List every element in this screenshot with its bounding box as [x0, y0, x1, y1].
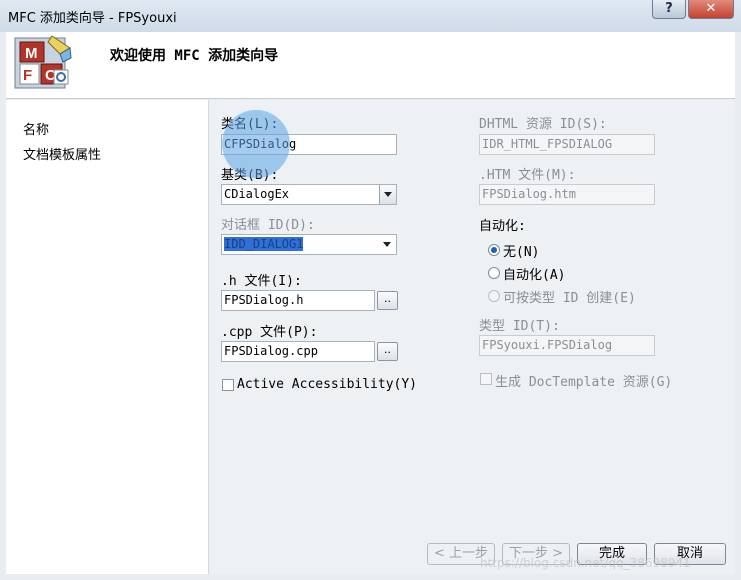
htm-file-input[interactable]: FPSDialog.htm — [479, 184, 655, 205]
add-class-wizard-window: MFC 添加类向导 - FPSyouxi ? ✕ M F C 欢迎使用 MFC … — [0, 0, 741, 580]
cpp-file-browse-button[interactable]: .. — [377, 342, 398, 361]
automation-createable-radio[interactable] — [488, 290, 500, 302]
mfc-logo-icon: M F C — [14, 35, 72, 89]
help-button[interactable]: ? — [652, 0, 686, 19]
cpp-file-input[interactable]: FPSDialog.cpp — [221, 341, 375, 362]
settings-panel: 类名(L): CFPSDialog 基类(B): CDialogEx 对话框 I… — [208, 100, 735, 574]
wizard-heading: 欢迎使用 MFC 添加类向导 — [110, 48, 279, 64]
dialog-id-dropdown-arrow[interactable] — [379, 235, 396, 254]
base-class-value: CDialogEx — [224, 187, 290, 201]
nav-item-doc-template[interactable]: 文档模板属性 — [23, 144, 101, 163]
type-id-input[interactable]: FPSyouxi.FPSDialog — [479, 335, 655, 356]
accessibility-label: Active Accessibility(Y) — [237, 377, 418, 392]
automation-none-label: 无(N) — [503, 245, 540, 260]
h-file-browse-button[interactable]: .. — [377, 291, 398, 310]
dialog-id-value: IDD_DIALOG1 — [224, 237, 304, 251]
h-file-label: .h 文件(I): — [221, 274, 302, 289]
title-bar: MFC 添加类向导 - FPSyouxi ? ✕ — [0, 0, 741, 32]
wizard-nav: 名称 文档模板属性 — [6, 100, 208, 574]
base-class-combo[interactable]: CDialogEx — [221, 184, 397, 205]
accessibility-checkbox[interactable] — [222, 379, 234, 391]
logo-letter-m: M — [25, 45, 38, 62]
watermark-text: https://blog.csdn.net/qq_38698941 — [480, 556, 691, 570]
dialog-id-combo[interactable]: IDD_DIALOG1 — [221, 234, 397, 255]
close-button[interactable]: ✕ — [688, 0, 734, 19]
type-id-label: 类型 ID(T): — [479, 319, 560, 334]
nav-item-name[interactable]: 名称 — [23, 119, 49, 138]
automation-createable-label: 可按类型 ID 创建(E) — [503, 291, 636, 306]
window-title: MFC 添加类向导 - FPSyouxi — [8, 11, 177, 26]
h-file-input[interactable]: FPSDialog.h — [221, 290, 375, 311]
automation-auto-label: 自动化(A) — [503, 268, 566, 283]
chevron-down-icon — [384, 192, 392, 197]
automation-auto-radio[interactable] — [488, 267, 500, 279]
dhtml-id-input[interactable]: IDR_HTML_FPSDIALOG — [479, 134, 655, 155]
dialog-id-label: 对话框 ID(D): — [221, 218, 315, 233]
doctemplate-checkbox[interactable] — [480, 373, 492, 385]
doctemplate-label: 生成 DocTemplate 资源(G) — [495, 375, 673, 390]
wizard-header: M F C 欢迎使用 MFC 添加类向导 — [6, 32, 735, 99]
class-name-label: 类名(L): — [221, 117, 279, 132]
class-name-input[interactable]: CFPSDialog — [221, 134, 397, 155]
wizard-body: 名称 文档模板属性 类名(L): CFPSDialog 基类(B): CDial… — [6, 100, 735, 574]
base-class-dropdown-arrow[interactable] — [379, 185, 396, 204]
htm-file-label: .HTM 文件(M): — [479, 168, 576, 183]
cpp-file-label: .cpp 文件(P): — [221, 325, 318, 340]
automation-none-radio[interactable] — [488, 244, 500, 256]
radio-selected-dot — [491, 247, 497, 253]
logo-letter-f: F — [23, 67, 32, 84]
automation-label: 自动化: — [479, 219, 526, 234]
dhtml-id-label: DHTML 资源 ID(S): — [479, 117, 607, 132]
base-class-label: 基类(B): — [221, 168, 279, 183]
chevron-down-icon — [383, 242, 391, 247]
